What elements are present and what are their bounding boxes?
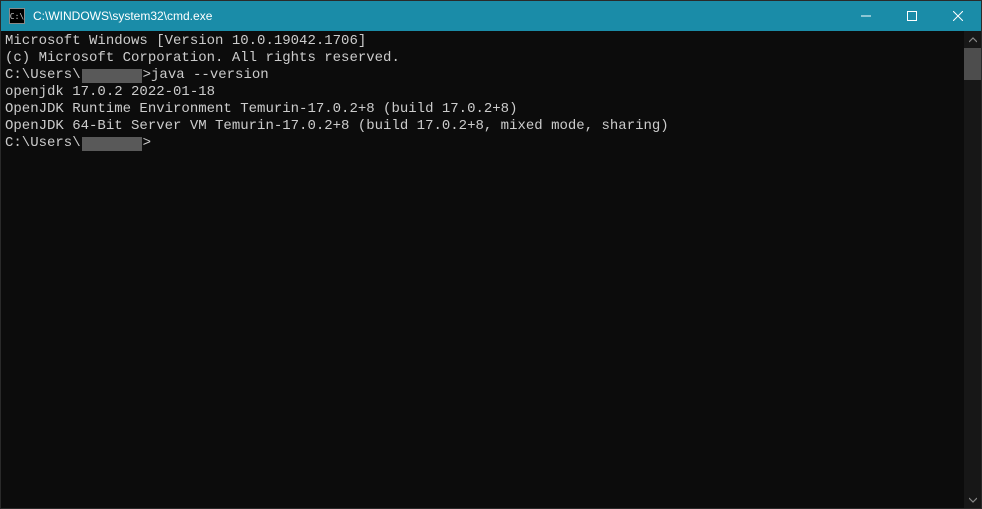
command-text: >java --version [143,67,269,83]
prompt-line: C:\Users\ >java --version [5,67,960,84]
chevron-up-icon [969,36,977,44]
redacted-username [82,69,142,83]
cmd-icon: C:\ [9,8,25,24]
prompt-path: C:\Users\ [5,67,81,83]
output-line: Microsoft Windows [Version 10.0.19042.17… [5,33,960,50]
output-line: OpenJDK 64-Bit Server VM Temurin-17.0.2+… [5,118,960,135]
output-line: OpenJDK Runtime Environment Temurin-17.0… [5,101,960,118]
output-line: (c) Microsoft Corporation. All rights re… [5,50,960,67]
scroll-thumb[interactable] [964,48,981,80]
cmd-window: C:\ C:\WINDOWS\system32\cmd.exe Microsof… [0,0,982,509]
redacted-username [82,137,142,151]
prompt-line: C:\Users\ > [5,135,960,152]
vertical-scrollbar[interactable] [964,31,981,508]
content-area: Microsoft Windows [Version 10.0.19042.17… [1,31,981,508]
minimize-icon [861,11,871,21]
window-controls [843,1,981,31]
window-title: C:\WINDOWS\system32\cmd.exe [31,9,843,23]
maximize-button[interactable] [889,1,935,31]
close-button[interactable] [935,1,981,31]
scroll-up-button[interactable] [964,31,981,48]
titlebar[interactable]: C:\ C:\WINDOWS\system32\cmd.exe [1,1,981,31]
chevron-down-icon [969,496,977,504]
terminal-output[interactable]: Microsoft Windows [Version 10.0.19042.17… [1,31,964,508]
output-line: openjdk 17.0.2 2022-01-18 [5,84,960,101]
minimize-button[interactable] [843,1,889,31]
maximize-icon [907,11,917,21]
close-icon [953,11,963,21]
scroll-down-button[interactable] [964,491,981,508]
scroll-track[interactable] [964,48,981,491]
prompt-cursor: > [143,135,151,151]
prompt-path: C:\Users\ [5,135,81,151]
